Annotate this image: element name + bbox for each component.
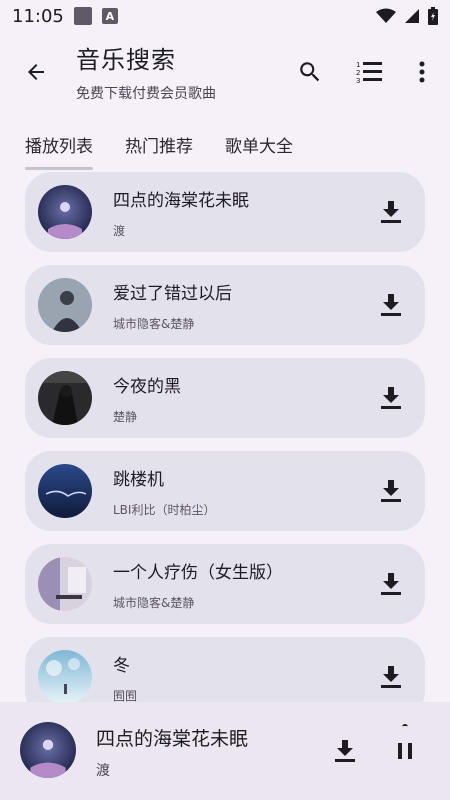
song-artist: 囿囿 xyxy=(113,689,138,702)
pause-button[interactable] xyxy=(380,726,430,776)
album-cover xyxy=(38,371,92,425)
song-title: 爱过了错过以后 xyxy=(113,284,232,304)
svg-text:2: 2 xyxy=(356,69,360,77)
song-artist: 楚静 xyxy=(113,410,138,424)
download-button[interactable] xyxy=(375,196,407,228)
back-button[interactable] xyxy=(18,54,54,90)
album-cover xyxy=(38,557,92,611)
search-button[interactable] xyxy=(290,52,330,92)
search-icon xyxy=(300,62,320,82)
now-playing-title: 四点的海棠花未眠 xyxy=(96,728,249,750)
song-title: 冬 xyxy=(113,656,130,676)
download-button[interactable] xyxy=(375,475,407,507)
title-block: 音乐搜索 免费下载付费会员歌曲 xyxy=(76,40,216,103)
download-icon xyxy=(381,666,401,688)
arrow-back-icon xyxy=(28,64,44,80)
song-item[interactable]: 跳楼机 LBI利比（时柏尘） xyxy=(25,451,425,531)
album-cover xyxy=(38,278,92,332)
svg-text:3: 3 xyxy=(356,77,360,85)
tab-playlist[interactable]: 播放列表 xyxy=(25,118,93,170)
album-cover xyxy=(38,464,92,518)
status-time: 11:05 xyxy=(12,5,64,27)
page-subtitle: 免费下载付费会员歌曲 xyxy=(76,86,216,102)
now-playing-artist: 渡 xyxy=(96,763,110,779)
signal-icon xyxy=(405,9,419,23)
song-artist: 城市隐客&楚静 xyxy=(113,317,195,331)
wifi-icon xyxy=(376,8,396,23)
tab-bar: 播放列表 热门推荐 歌单大全 xyxy=(0,118,450,170)
download-icon xyxy=(381,573,401,595)
pause-icon xyxy=(398,743,412,759)
download-button[interactable] xyxy=(375,568,407,600)
playlist-button[interactable]: 1 2 3 xyxy=(350,52,390,92)
more-options-button[interactable] xyxy=(402,52,442,92)
now-playing-bar[interactable]: 四点的海棠花未眠 渡 xyxy=(0,702,450,800)
song-artist: 城市隐客&楚静 xyxy=(113,596,195,610)
song-title: 四点的海棠花未眠 xyxy=(113,191,249,211)
app-notification-icon: A xyxy=(101,8,118,24)
battery-icon xyxy=(428,7,438,25)
status-bar: 11:05 A xyxy=(0,0,450,32)
svg-text:1: 1 xyxy=(356,61,360,69)
download-button[interactable] xyxy=(375,382,407,414)
tab-songlists[interactable]: 歌单大全 xyxy=(225,118,293,170)
download-icon xyxy=(381,480,401,502)
album-cover xyxy=(38,650,92,702)
song-item[interactable]: 爱过了错过以后 城市隐客&楚静 xyxy=(25,265,425,345)
app-bar: 音乐搜索 免费下载付费会员歌曲 1 2 3 xyxy=(0,32,450,116)
download-icon xyxy=(381,294,401,316)
song-item[interactable]: 冬 囿囿 xyxy=(25,637,425,702)
download-icon xyxy=(381,387,401,409)
notification-icon xyxy=(73,7,92,25)
now-playing-download-button[interactable] xyxy=(328,734,362,768)
numbered-list-icon: 1 2 3 xyxy=(356,61,382,85)
song-artist: 渡 xyxy=(113,224,126,238)
song-title: 一个人疗伤（女生版） xyxy=(113,563,283,583)
page-title: 音乐搜索 xyxy=(76,46,176,74)
more-vert-icon xyxy=(419,61,425,83)
song-item[interactable]: 一个人疗伤（女生版） 城市隐客&楚静 xyxy=(25,544,425,624)
download-icon xyxy=(381,201,401,223)
song-item[interactable]: 四点的海棠花未眠 渡 xyxy=(25,172,425,252)
now-playing-cover[interactable] xyxy=(20,722,76,778)
album-cover xyxy=(38,185,92,239)
download-button[interactable] xyxy=(375,289,407,321)
song-list[interactable]: 四点的海棠花未眠 渡 爱过了错过以后 城市隐客&楚静 今夜的黑 楚静 跳楼机 L… xyxy=(0,172,450,702)
song-artist: LBI利比（时柏尘） xyxy=(113,503,216,517)
tab-hot[interactable]: 热门推荐 xyxy=(125,118,193,170)
song-title: 今夜的黑 xyxy=(113,377,181,397)
download-icon xyxy=(335,740,355,762)
download-button[interactable] xyxy=(375,661,407,693)
song-item[interactable]: 今夜的黑 楚静 xyxy=(25,358,425,438)
song-title: 跳楼机 xyxy=(113,470,164,490)
